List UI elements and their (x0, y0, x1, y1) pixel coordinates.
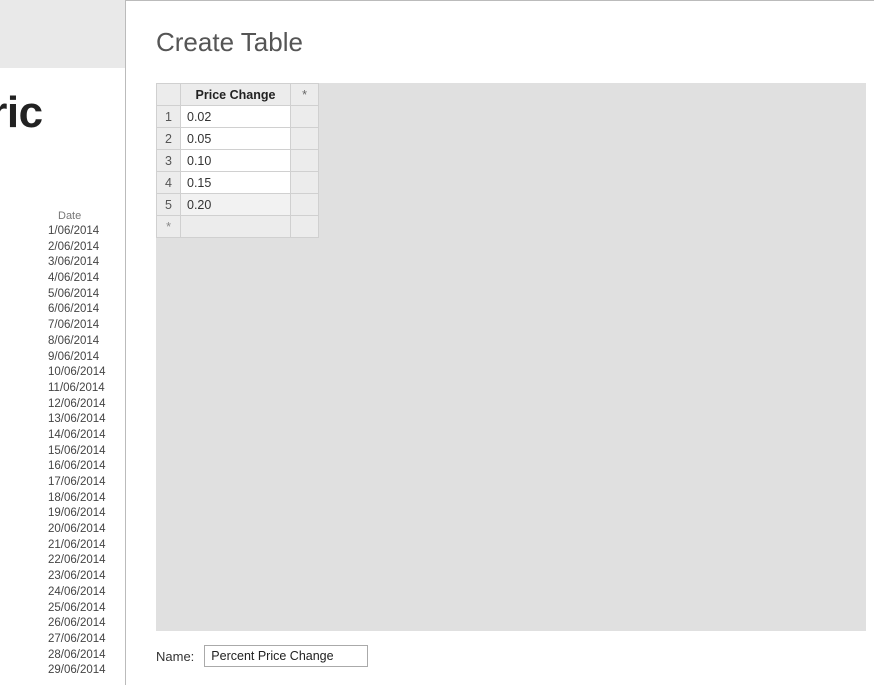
date-cell: 6/06/2014 (48, 302, 106, 318)
date-cell: 7/06/2014 (48, 318, 106, 334)
date-cell: 13/06/2014 (48, 412, 106, 428)
table-row[interactable]: 50.20 (157, 194, 319, 216)
date-cell: 1/06/2014 (48, 224, 106, 240)
dialog-footer: Name: (156, 645, 368, 667)
date-cell: 15/06/2014 (48, 444, 106, 460)
row-number[interactable]: 4 (157, 172, 181, 194)
date-cell: 18/06/2014 (48, 491, 106, 507)
ribbon-background-area (0, 0, 125, 68)
date-cell: 16/06/2014 (48, 459, 106, 475)
date-cell: 4/06/2014 (48, 271, 106, 287)
add-column-cell[interactable] (291, 216, 319, 238)
table-name-input[interactable] (204, 645, 368, 667)
add-column-cell[interactable] (291, 150, 319, 172)
column-header-price-change[interactable]: Price Change (181, 84, 291, 106)
table-row[interactable]: 10.02 (157, 106, 319, 128)
row-number[interactable]: 3 (157, 150, 181, 172)
date-cell: 8/06/2014 (48, 334, 106, 350)
date-cell: 5/06/2014 (48, 287, 106, 303)
date-cell: 9/06/2014 (48, 350, 106, 366)
background-page-title: cenaric (0, 88, 43, 138)
name-label: Name: (156, 649, 194, 664)
date-cell: 10/06/2014 (48, 365, 106, 381)
date-cell: 26/06/2014 (48, 616, 106, 632)
create-table-dialog: Create Table Price Change * 10.0220.0530… (125, 0, 874, 685)
date-cell: 27/06/2014 (48, 632, 106, 648)
add-column-button[interactable]: * (291, 84, 319, 106)
date-cell: 21/06/2014 (48, 538, 106, 554)
add-column-cell[interactable] (291, 172, 319, 194)
date-cell: 2/06/2014 (48, 240, 106, 256)
new-row[interactable]: * (157, 216, 319, 238)
date-cell: 24/06/2014 (48, 585, 106, 601)
table-row[interactable]: 40.15 (157, 172, 319, 194)
cell-price-change[interactable]: 0.10 (181, 150, 291, 172)
cell-price-change[interactable]: 0.05 (181, 128, 291, 150)
date-cell: 28/06/2014 (48, 648, 106, 664)
date-cell: 29/06/2014 (48, 663, 106, 679)
new-row-cell[interactable] (181, 216, 291, 238)
date-cell: 3/06/2014 (48, 255, 106, 271)
new-table-grid[interactable]: Price Change * 10.0220.0530.1040.1550.20… (156, 83, 319, 238)
grid-corner-cell[interactable] (157, 84, 181, 106)
date-cell: 25/06/2014 (48, 601, 106, 617)
cell-price-change[interactable]: 0.02 (181, 106, 291, 128)
date-cell: 11/06/2014 (48, 381, 106, 397)
date-cell: 12/06/2014 (48, 397, 106, 413)
cell-price-change[interactable]: 0.20 (181, 194, 291, 216)
date-cell: 22/06/2014 (48, 553, 106, 569)
date-cell: 19/06/2014 (48, 506, 106, 522)
dialog-title: Create Table (156, 27, 303, 58)
table-editor-area: Price Change * 10.0220.0530.1040.1550.20… (156, 83, 866, 631)
add-column-cell[interactable] (291, 106, 319, 128)
date-cell: 17/06/2014 (48, 475, 106, 491)
row-number[interactable]: 2 (157, 128, 181, 150)
row-number[interactable]: 5 (157, 194, 181, 216)
date-column-header: Date (48, 210, 106, 224)
row-number[interactable]: 1 (157, 106, 181, 128)
table-row[interactable]: 20.05 (157, 128, 319, 150)
date-cell: 23/06/2014 (48, 569, 106, 585)
background-date-column: Date 1/06/20142/06/20143/06/20144/06/201… (48, 210, 106, 679)
add-column-cell[interactable] (291, 194, 319, 216)
date-cell: 20/06/2014 (48, 522, 106, 538)
cell-price-change[interactable]: 0.15 (181, 172, 291, 194)
date-cell: 14/06/2014 (48, 428, 106, 444)
table-row[interactable]: 30.10 (157, 150, 319, 172)
add-column-cell[interactable] (291, 128, 319, 150)
new-row-indicator[interactable]: * (157, 216, 181, 238)
